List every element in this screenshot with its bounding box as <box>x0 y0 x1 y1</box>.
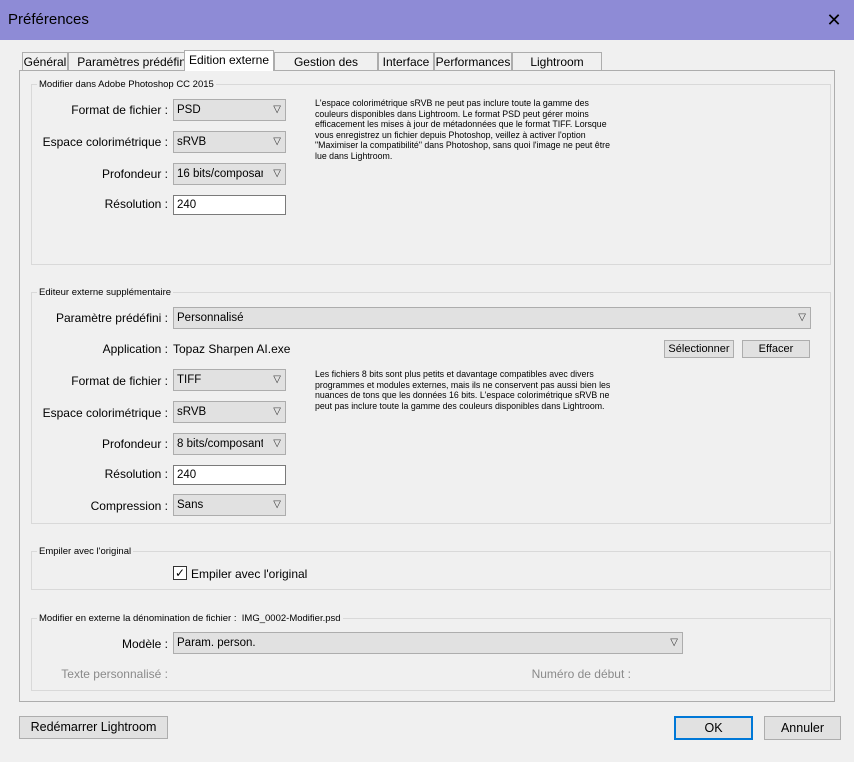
ps-format-label: Format de fichier : <box>71 103 168 117</box>
stack-checkbox-label[interactable]: Empiler avec l'original <box>191 567 307 581</box>
ae-resolution-label: Résolution : <box>104 467 168 481</box>
additional-editor-group-label: Editeur externe supplémentaire <box>37 287 174 298</box>
ae-format-select[interactable]: TIFF ▽ <box>173 369 286 391</box>
ae-colorspace-label: Espace colorimétrique : <box>42 406 168 420</box>
cancel-button[interactable]: Annuler <box>764 716 841 740</box>
close-icon[interactable]: ✕ <box>814 0 854 40</box>
template-value: Param. person. <box>177 637 256 649</box>
restart-lightroom-button[interactable]: Redémarrer Lightroom <box>19 716 168 739</box>
chevron-down-icon: ▽ <box>273 374 281 385</box>
ae-compression-select[interactable]: Sans ▽ <box>173 494 286 516</box>
tab-lightroom-mobile[interactable]: Lightroom mobile <box>512 52 602 87</box>
ps-note: L'espace colorimétrique sRVB ne peut pas… <box>315 98 610 161</box>
ae-preset-select[interactable]: Personnalisé ▽ <box>173 307 811 329</box>
tab-external-editing[interactable]: Edition externe <box>184 50 274 71</box>
ae-depth-label: Profondeur : <box>101 437 168 451</box>
ae-depth-select[interactable]: 8 bits/composant ▽ <box>173 433 286 455</box>
custom-text-label: Texte personnalisé : <box>61 667 168 681</box>
ae-app-value: Topaz Sharpen AI.exe <box>173 342 291 356</box>
chevron-down-icon: ▽ <box>273 104 281 115</box>
ps-resolution-label: Résolution : <box>104 197 168 211</box>
checkmark-icon: ✓ <box>174 566 186 580</box>
select-app-button[interactable]: Sélectionner <box>664 340 734 358</box>
chevron-down-icon: ▽ <box>273 168 281 179</box>
ae-colorspace-select[interactable]: sRVB ▽ <box>173 401 286 423</box>
ok-button[interactable]: OK <box>674 716 753 740</box>
tab-interface[interactable]: Interface <box>378 52 434 70</box>
ae-note: Les fichiers 8 bits sont plus petits et … <box>315 369 611 411</box>
ps-resolution-input[interactable]: 240 <box>173 195 286 215</box>
stack-checkbox[interactable]: ✓ <box>173 566 187 580</box>
ps-depth-value: 16 bits/composant <box>177 168 263 180</box>
tab-performance[interactable]: Performances <box>434 52 512 70</box>
ae-preset-label: Paramètre prédéfini : <box>55 311 168 325</box>
ae-depth-value: 8 bits/composant <box>177 438 263 450</box>
stack-group-label: Empiler avec l'original <box>37 546 134 557</box>
naming-group-label: Modifier en externe la dénomination de f… <box>37 613 343 624</box>
title-bar: Préférences ✕ <box>0 0 854 40</box>
naming-group-title: Modifier en externe la dénomination de f… <box>39 613 237 624</box>
ae-colorspace-value: sRVB <box>177 406 207 418</box>
template-select[interactable]: Param. person. ▽ <box>173 632 683 654</box>
chevron-down-icon: ▽ <box>273 136 281 147</box>
naming-example: IMG_0002-Modifier.psd <box>241 613 341 624</box>
ae-resolution-input[interactable]: 240 <box>173 465 286 485</box>
tab-general[interactable]: Général <box>22 52 68 70</box>
chevron-down-icon: ▽ <box>798 312 806 323</box>
ae-preset-value: Personnalisé <box>177 312 244 324</box>
template-label: Modèle : <box>121 637 168 651</box>
chevron-down-icon: ▽ <box>273 406 281 417</box>
ps-colorspace-label: Espace colorimétrique : <box>42 135 168 149</box>
photoshop-group-label: Modifier dans Adobe Photoshop CC 2015 <box>37 79 216 90</box>
chevron-down-icon: ▽ <box>273 438 281 449</box>
stack-group <box>31 551 831 590</box>
ps-colorspace-value: sRVB <box>177 136 207 148</box>
start-number-label: Numéro de début : <box>531 667 631 681</box>
ps-format-value: PSD <box>177 104 201 116</box>
ps-format-select[interactable]: PSD ▽ <box>173 99 286 121</box>
ps-depth-label: Profondeur : <box>101 167 168 181</box>
ae-app-label: Application : <box>102 342 168 356</box>
tab-file-handling[interactable]: Gestion des fichiers <box>274 52 378 87</box>
clear-app-button[interactable]: Effacer <box>742 340 810 358</box>
ps-colorspace-select[interactable]: sRVB ▽ <box>173 131 286 153</box>
ae-format-value: TIFF <box>177 374 202 386</box>
chevron-down-icon: ▽ <box>670 637 678 648</box>
ae-compression-value: Sans <box>177 499 204 511</box>
chevron-down-icon: ▽ <box>273 499 281 510</box>
window-title: Préférences <box>8 11 89 28</box>
ae-format-label: Format de fichier : <box>71 374 168 388</box>
ae-compression-label: Compression : <box>90 499 168 513</box>
ps-depth-select[interactable]: 16 bits/composant ▽ <box>173 163 286 185</box>
